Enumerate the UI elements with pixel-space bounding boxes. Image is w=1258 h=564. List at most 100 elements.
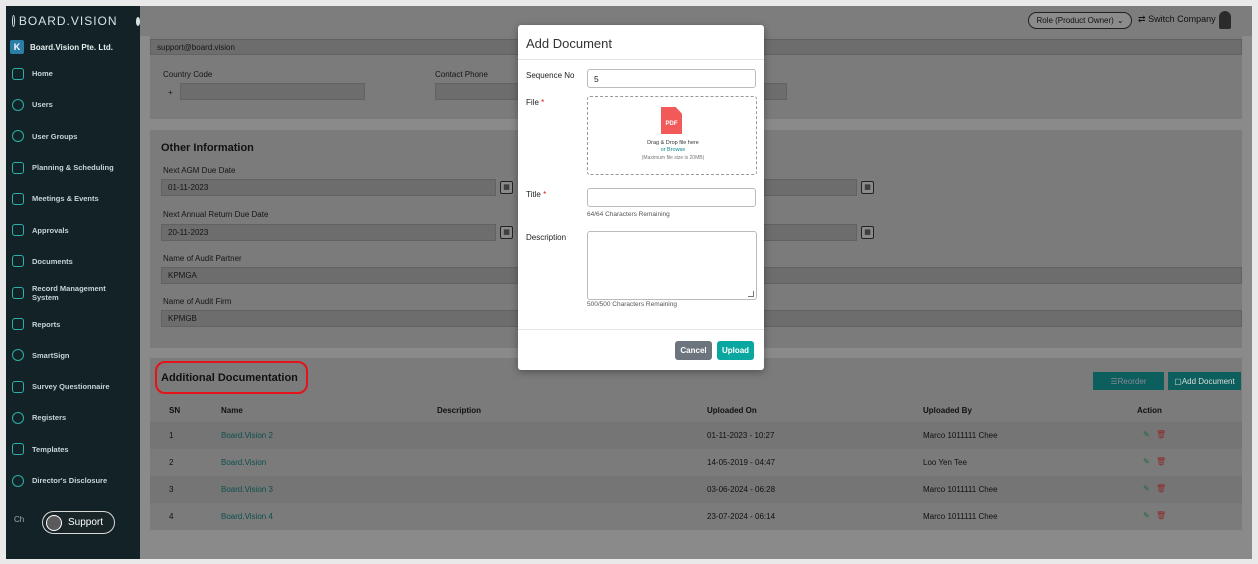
sidebar-item-registers[interactable]: Registers [6,402,140,433]
column-header: Uploaded On [707,406,757,415]
column-header: Description [437,406,482,415]
support-button[interactable]: Support [42,511,115,534]
smartsign-icon [12,349,24,362]
delete-icon[interactable]: 🗑 [1156,457,1166,466]
add-document-label: Add Document [1181,376,1235,386]
edit-icon[interactable]: ✎ [1143,430,1150,439]
title-label: Title * [526,190,547,199]
browse-link[interactable]: or Browse [588,147,758,153]
audit-partner-label: Name of Audit Partner [163,254,242,263]
modal-title: Add Document [526,36,612,51]
row-sn: 3 [169,485,174,494]
row-uploaded-by: Marco 1011111 Chee [923,431,998,440]
role-selector[interactable]: Role (Product Owner) ⌄ [1028,12,1132,29]
upload-button[interactable]: Upload [717,341,754,360]
sequence-input[interactable] [587,69,756,88]
pdf-icon: PDF [661,107,682,134]
approvals-icon [12,224,24,237]
calendar-icon [12,192,24,205]
delete-icon[interactable]: 🗑 [1156,484,1166,493]
calendar-icon[interactable]: ▦ [500,226,513,239]
add-document-button[interactable]: ▢ Add Document [1168,372,1241,390]
documents-icon [12,255,24,268]
title-input[interactable] [587,188,756,207]
secondary-date-field[interactable] [762,179,857,196]
contact-phone-label: Contact Phone [435,70,488,79]
company-logo-icon: K [10,40,24,54]
country-code-field[interactable] [180,83,365,100]
sidebar-item-survey[interactable]: Survey Questionnaire [6,371,140,402]
sidebar-item-reports[interactable]: Reports [6,308,140,339]
calendar-icon[interactable]: ▦ [861,181,874,194]
sidebar-item-label: Approvals [32,225,69,235]
calendar-icon[interactable]: ▦ [500,181,513,194]
annual-return-label: Next Annual Return Due Date [163,210,269,219]
brand-name: BOARD.VISION [18,14,118,28]
sidebar-item-planning[interactable]: Planning & Scheduling [6,152,140,183]
sidebar-item-label: Documents [32,256,73,266]
agm-date-field[interactable]: 01-11-2023 [161,179,496,196]
calendar-icon[interactable]: ▦ [861,226,874,239]
description-label: Description [526,233,567,242]
sidebar-item-user-groups[interactable]: User Groups [6,121,140,152]
row-name-link[interactable]: Board.Vision 3 [221,485,273,494]
sidebar-item-home[interactable]: Home [6,58,140,89]
avatar[interactable] [1219,11,1231,29]
row-name-link[interactable]: Board.Vision 4 [221,512,273,521]
country-code-prefix: + [168,88,173,97]
country-code-label: Country Code [163,70,213,79]
sidebar-item-label: User Groups [32,131,78,141]
sidebar-item-approvals[interactable]: Approvals [6,214,140,245]
row-uploaded-on: 01-11-2023 - 10:27 [707,431,775,440]
additional-documentation-card: Additional Documentation ☰ Reorder ▢ Add… [150,358,1242,530]
sequence-label: Sequence No [526,71,575,80]
sidebar-item-label: Templates [32,444,69,454]
role-label: Role (Product Owner) [1036,16,1114,25]
sidebar-item-records[interactable]: Record Management System [6,277,140,308]
sidebar-item-meetings[interactable]: Meetings & Events [6,183,140,214]
sidebar-item-documents[interactable]: Documents [6,246,140,277]
row-uploaded-on: 14-05-2019 - 04:47 [707,458,776,467]
sidebar-item-disclosure[interactable]: Director's Disclosure [6,465,140,496]
file-dropzone[interactable]: PDF Drag & Drop file here or Browse (Max… [587,96,757,175]
row-name-link[interactable]: Board.Vision [221,458,266,467]
logo-icon [12,15,15,27]
secondary-date-field-2[interactable] [762,224,857,241]
edit-icon[interactable]: ✎ [1143,511,1150,520]
row-uploaded-by: Marco 1011111 Chee [923,485,998,494]
description-textarea[interactable] [587,231,757,300]
switch-company-button[interactable]: ⇄ Switch Company [1138,14,1216,25]
additional-documentation-title: Additional Documentation [161,372,298,384]
resize-handle-icon[interactable] [748,291,754,297]
annual-return-date-field[interactable]: 20-11-2023 [161,224,496,241]
brand[interactable]: BOARD.VISION [6,6,140,36]
column-header: Name [221,406,243,415]
registers-icon [12,411,24,424]
edit-icon[interactable]: ✎ [1143,457,1150,466]
reorder-button[interactable]: ☰ Reorder [1093,372,1164,390]
templates-icon [12,443,24,456]
company-name: Board.Vision Pte. Ltd. [30,42,113,52]
company-selector[interactable]: K Board.Vision Pte. Ltd. [6,36,140,58]
row-name-link[interactable]: Board.Vision 2 [221,431,273,440]
audit-firm-label: Name of Audit Firm [163,297,232,306]
sidebar-item-label: Registers [32,413,67,423]
delete-icon[interactable]: 🗑 [1156,430,1166,439]
records-icon [12,286,24,299]
chat-hint: Ch [14,515,25,524]
sidebar-item-users[interactable]: Users [6,89,140,120]
divider [518,59,764,60]
table-row: 4 Board.Vision 4 23-07-2024 - 06:14 Marc… [150,503,1242,530]
title-hint: 64/64 Characters Remaining [587,211,670,218]
disclosure-icon [12,474,24,487]
user-icon [12,98,24,111]
sidebar-item-smartsign[interactable]: SmartSign [6,340,140,371]
edit-icon[interactable]: ✎ [1143,484,1150,493]
cancel-button[interactable]: Cancel [675,341,712,360]
sidebar-item-templates[interactable]: Templates [6,434,140,465]
description-hint: 500/500 Characters Remaining [587,301,677,308]
row-sn: 1 [169,431,174,440]
delete-icon[interactable]: 🗑 [1156,511,1166,520]
sidebar-item-label: Meetings & Events [32,194,99,204]
row-uploaded-by: Loo Yen Tee [923,458,967,467]
